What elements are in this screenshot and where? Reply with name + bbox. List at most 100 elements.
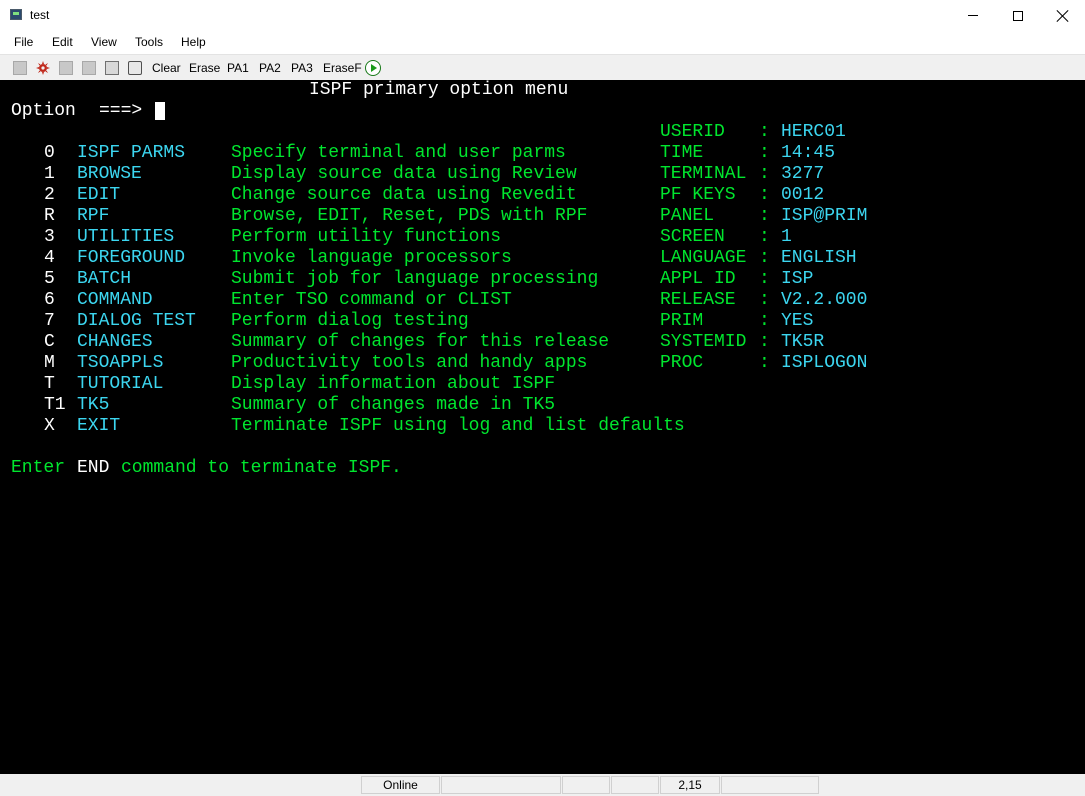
info-value: ISP@PRIM (781, 206, 868, 226)
menu-edit[interactable]: Edit (52, 35, 73, 49)
menu-help[interactable]: Help (181, 35, 206, 49)
option-label: Option (11, 101, 76, 121)
gear-icon[interactable] (36, 61, 50, 75)
close-button[interactable] (1040, 0, 1085, 31)
option-name[interactable]: EDIT (77, 185, 120, 206)
info-label: PRIM (660, 311, 704, 331)
option-description: Browse, EDIT, Reset, PDS with RPF (231, 206, 588, 226)
footer-text-start: Enter (11, 458, 66, 478)
info-value: ISP (781, 269, 814, 289)
info-value: YES (781, 311, 814, 331)
title-bar: test (0, 0, 1085, 31)
info-label: LANGUAGE (660, 248, 747, 268)
info-value: TK5R (781, 332, 825, 352)
pa1-button[interactable]: PA1 (227, 61, 249, 75)
option-description: Submit job for language processing (231, 269, 599, 289)
terminal-app-icon (10, 9, 22, 20)
option-name[interactable]: RPF (77, 206, 109, 227)
info-separator: : (759, 143, 770, 163)
option-name[interactable]: TUTORIAL (77, 374, 163, 395)
option-key: 4 (44, 248, 55, 268)
info-separator: : (759, 269, 770, 289)
info-label: TERMINAL (660, 164, 747, 184)
info-separator: : (759, 185, 770, 205)
info-value: 14:45 (781, 143, 836, 163)
option-key: 5 (44, 269, 55, 289)
info-label: PROC (660, 353, 704, 373)
maximize-icon (1013, 10, 1023, 21)
erasef-button[interactable]: EraseF (323, 61, 362, 75)
info-separator: : (759, 206, 770, 226)
option-name[interactable]: TK5 (77, 395, 109, 416)
info-value: 0012 (781, 185, 825, 205)
option-name[interactable]: DIALOG TEST (77, 311, 196, 332)
cursor-position: 2,15 (660, 776, 720, 794)
option-key: 2 (44, 185, 55, 205)
disabled-icon[interactable] (13, 61, 27, 75)
option-description: Invoke language processors (231, 248, 512, 268)
option-key: 7 (44, 311, 55, 331)
option-name[interactable]: BROWSE (77, 164, 142, 185)
paste-icon[interactable] (82, 61, 96, 75)
option-name[interactable]: TSOAPPLS (77, 353, 163, 374)
menu-view[interactable]: View (91, 35, 117, 49)
clipboard-icon[interactable] (128, 61, 142, 75)
option-description: Summary of changes for this release (231, 332, 610, 352)
option-description: Display information about ISPF (231, 374, 556, 394)
minimize-icon (968, 15, 978, 16)
option-name[interactable]: ISPF PARMS (77, 143, 185, 164)
option-name[interactable]: FOREGROUND (77, 248, 185, 269)
clear-button[interactable]: Clear (152, 61, 181, 75)
close-icon (1057, 10, 1069, 22)
info-label: USERID (660, 122, 725, 142)
option-key: M (44, 353, 55, 373)
print-icon[interactable] (105, 61, 119, 75)
info-separator: : (759, 332, 770, 352)
erase-button[interactable]: Erase (189, 61, 220, 75)
info-separator: : (759, 164, 770, 184)
minimize-button[interactable] (950, 0, 996, 31)
option-name[interactable]: EXIT (77, 416, 120, 437)
option-description: Enter TSO command or CLIST (231, 290, 512, 310)
option-key: C (44, 332, 55, 352)
info-separator: : (759, 227, 770, 247)
info-label: PF KEYS (660, 185, 736, 205)
option-key: 0 (44, 143, 55, 163)
option-name[interactable]: UTILITIES (77, 227, 174, 248)
info-separator: : (759, 311, 770, 331)
status-cell-empty-1 (441, 776, 561, 794)
option-description: Summary of changes made in TK5 (231, 395, 556, 415)
option-description: Perform dialog testing (231, 311, 469, 331)
play-icon[interactable] (365, 60, 381, 76)
status-cell-empty-4 (721, 776, 819, 794)
info-separator: : (759, 122, 770, 142)
info-value: V2.2.000 (781, 290, 868, 310)
option-description: Productivity tools and handy apps (231, 353, 588, 373)
info-label: TIME (660, 143, 704, 163)
info-label: PANEL (660, 206, 715, 226)
option-name[interactable]: COMMAND (77, 290, 153, 311)
option-key: 1 (44, 164, 55, 184)
pa2-button[interactable]: PA2 (259, 61, 281, 75)
menu-file[interactable]: File (14, 35, 33, 49)
option-key: R (44, 206, 55, 226)
option-description: Perform utility functions (231, 227, 502, 247)
option-name[interactable]: CHANGES (77, 332, 153, 353)
connection-status: Online (361, 776, 440, 794)
copy-icon[interactable] (59, 61, 73, 75)
footer-text-rest: command to terminate ISPF. (121, 458, 402, 478)
option-name[interactable]: BATCH (77, 269, 131, 290)
info-label: SCREEN (660, 227, 725, 247)
option-key: T (44, 374, 55, 394)
terminal-screen[interactable]: ISPF primary option menu Option ===> 0 IS… (0, 80, 1085, 774)
info-separator: : (759, 290, 770, 310)
toolbar: Clear Erase PA1 PA2 PA3 EraseF (0, 54, 1085, 80)
info-label: SYSTEMID (660, 332, 747, 352)
pa3-button[interactable]: PA3 (291, 61, 313, 75)
option-input-cursor[interactable] (155, 102, 165, 120)
option-description: Terminate ISPF using log and list defaul… (231, 416, 685, 436)
panel-title: ISPF primary option menu (309, 80, 569, 100)
menu-tools[interactable]: Tools (135, 35, 163, 49)
maximize-button[interactable] (995, 0, 1041, 31)
info-label: RELEASE (660, 290, 736, 310)
